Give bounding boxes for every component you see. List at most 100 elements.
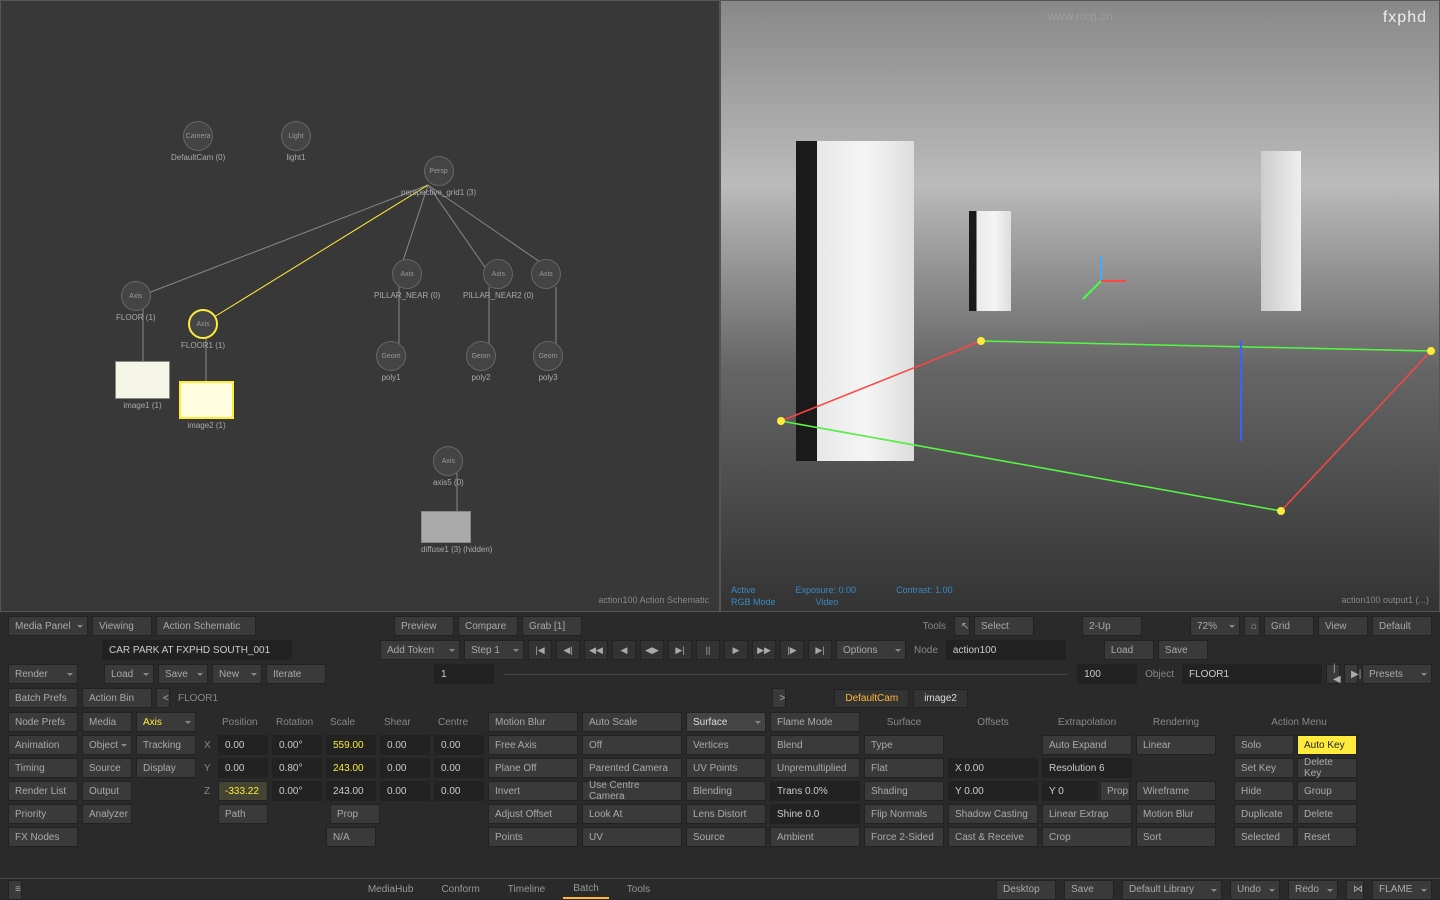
linear-button[interactable]: Linear — [1136, 735, 1216, 755]
load-dropdown[interactable]: Load — [104, 664, 154, 684]
tools-tab[interactable]: Tools — [617, 881, 660, 898]
offset-y-field[interactable]: Y 0.00 — [948, 781, 1038, 801]
next-tab-icon[interactable]: > — [772, 688, 786, 708]
bottom-save-button[interactable]: Save — [1064, 880, 1114, 900]
flame-dropdown[interactable]: FLAME — [1372, 880, 1432, 900]
pos-x-field[interactable]: 0.00 — [218, 735, 268, 755]
off-button[interactable]: Off — [582, 735, 682, 755]
mediahub-tab[interactable]: MediaHub — [358, 881, 424, 898]
options-dropdown[interactable]: Options — [836, 640, 906, 660]
offset-x-field[interactable]: X 0.00 — [948, 758, 1038, 778]
na-button[interactable]: N/A — [326, 827, 376, 847]
prev-object-icon[interactable]: |◀ — [1326, 664, 1340, 684]
resolution-field[interactable]: Resolution 6 — [1042, 758, 1132, 778]
view-button[interactable]: View — [1318, 616, 1368, 636]
node-axis5[interactable]: Axis axis5 (0) — [433, 446, 464, 487]
desktop-button[interactable]: Desktop — [996, 880, 1056, 900]
cast-receive-button[interactable]: Cast & Receive — [948, 827, 1038, 847]
viewing-button[interactable]: Viewing — [92, 616, 152, 636]
tracking-button[interactable]: Tracking — [136, 735, 196, 755]
node-poly2[interactable]: Geom poly2 — [466, 341, 496, 382]
3d-viewport[interactable]: www.rrcg.cn fxphd RGB Mode Video Active — [720, 0, 1440, 612]
vertices-button[interactable]: Vertices — [686, 735, 766, 755]
shading-button[interactable]: Shading — [864, 781, 944, 801]
timing-button[interactable]: Timing — [8, 758, 78, 778]
action-schematic-viewport[interactable]: Camera DefaultCam (0) Light light1 Persp… — [0, 0, 720, 612]
motion-blur-button[interactable]: Motion Blur — [488, 712, 578, 732]
source-button-2[interactable]: Source — [686, 827, 766, 847]
plane-off-button[interactable]: Plane Off — [488, 758, 578, 778]
lens-distort-button[interactable]: Lens Distort — [686, 804, 766, 824]
home-icon[interactable]: ⌂ — [1244, 616, 1260, 636]
node-axis-floor[interactable]: Axis FLOOR (1) — [116, 281, 156, 322]
force-2sided-button[interactable]: Force 2-Sided — [864, 827, 944, 847]
prop-toggle[interactable]: Prop — [1100, 781, 1130, 801]
uv-points-button[interactable]: UV Points — [686, 758, 766, 778]
delete-button[interactable]: Delete — [1297, 804, 1357, 824]
duplicate-button[interactable]: Duplicate — [1234, 804, 1294, 824]
rot-z-field[interactable]: 0.00° — [272, 781, 322, 801]
y0-field[interactable]: Y 0 — [1042, 781, 1098, 801]
centre-z-field[interactable]: 0.00 — [434, 781, 484, 801]
tab-defaultcam[interactable]: DefaultCam — [834, 689, 909, 708]
render-list-button[interactable]: Render List — [8, 781, 78, 801]
batch-prefs-button[interactable]: Batch Prefs — [8, 688, 78, 708]
project-name-field[interactable]: CAR PARK AT FXPHD SOUTH_001 — [102, 640, 292, 660]
crop-button[interactable]: Crop — [1042, 827, 1132, 847]
fish-icon[interactable]: ⋈ — [1346, 880, 1364, 900]
next-key-icon[interactable]: |▶ — [780, 640, 804, 660]
node-poly3[interactable]: Geom poly3 — [533, 341, 563, 382]
current-frame-field[interactable]: 1 — [434, 664, 494, 684]
load-button[interactable]: Load — [1104, 640, 1154, 660]
auto-expand-button[interactable]: Auto Expand — [1042, 735, 1132, 755]
node-image1[interactable]: image1 (1) — [115, 361, 170, 410]
surface-dropdown[interactable]: Surface — [686, 712, 766, 732]
play-icon[interactable]: ▶ — [724, 640, 748, 660]
sort-button[interactable]: Sort — [1136, 827, 1216, 847]
goto-end-icon[interactable]: ▶| — [808, 640, 832, 660]
animation-button[interactable]: Animation — [8, 735, 78, 755]
pos-z-field[interactable]: -333.22 — [218, 781, 268, 801]
object-dropdown[interactable]: Object — [82, 735, 132, 755]
node-axis-pillar-near2b[interactable]: Axis — [531, 259, 561, 289]
wireframe-button[interactable]: Wireframe — [1136, 781, 1216, 801]
default-library-dropdown[interactable]: Default Library — [1122, 880, 1222, 900]
priority-button[interactable]: Priority — [8, 804, 78, 824]
centre-x-field[interactable]: 0.00 — [434, 735, 484, 755]
flip-normals-button[interactable]: Flip Normals — [864, 804, 944, 824]
node-axis-floor1-selected[interactable]: Axis FLOOR1 (1) — [181, 309, 225, 350]
trans-field[interactable]: Trans 0.0% — [770, 781, 860, 801]
redo-dropdown[interactable]: Redo — [1288, 880, 1338, 900]
linear-extrap-button[interactable]: Linear Extrap — [1042, 804, 1132, 824]
save-dropdown[interactable]: Save — [158, 664, 208, 684]
blend-button[interactable]: Blend — [770, 735, 860, 755]
flat-button[interactable]: Flat — [864, 758, 944, 778]
shear-y-field[interactable]: 0.00 — [380, 758, 430, 778]
shine-field[interactable]: Shine 0.0 — [770, 804, 860, 824]
media-panel-dropdown[interactable]: Media Panel — [8, 616, 88, 636]
shear-x-field[interactable]: 0.00 — [380, 735, 430, 755]
pause-icon[interactable]: || — [696, 640, 720, 660]
node-prefs-button[interactable]: Node Prefs — [8, 712, 78, 732]
select-tool[interactable]: Select — [974, 616, 1034, 636]
look-at-button[interactable]: Look At — [582, 804, 682, 824]
use-centre-camera-button[interactable]: Use Centre Camera — [582, 781, 682, 801]
solo-button[interactable]: Solo — [1234, 735, 1294, 755]
auto-key-button[interactable]: Auto Key — [1297, 735, 1357, 755]
output-button[interactable]: Output — [82, 781, 132, 801]
cursor-tool-icon[interactable]: ↖ — [954, 616, 970, 636]
save-button[interactable]: Save — [1158, 640, 1208, 660]
object-name-field[interactable]: FLOOR1 — [1182, 664, 1322, 684]
analyzer-button[interactable]: Analyzer — [82, 804, 132, 824]
twoup-button[interactable]: 2-Up — [1082, 616, 1142, 636]
conform-tab[interactable]: Conform — [431, 881, 489, 898]
goto-start-icon[interactable]: |◀ — [528, 640, 552, 660]
rewind-icon[interactable]: ◀◀ — [584, 640, 608, 660]
node-diffuse[interactable]: diffuse1 (3) (hidden) — [421, 511, 492, 554]
reset-button[interactable]: Reset — [1297, 827, 1357, 847]
new-dropdown[interactable]: New — [212, 664, 262, 684]
adjust-offset-button[interactable]: Adjust Offset — [488, 804, 578, 824]
scale-y-field[interactable]: 243.00 — [326, 758, 376, 778]
uv-button[interactable]: UV — [582, 827, 682, 847]
tab-image2[interactable]: image2 — [913, 689, 968, 708]
